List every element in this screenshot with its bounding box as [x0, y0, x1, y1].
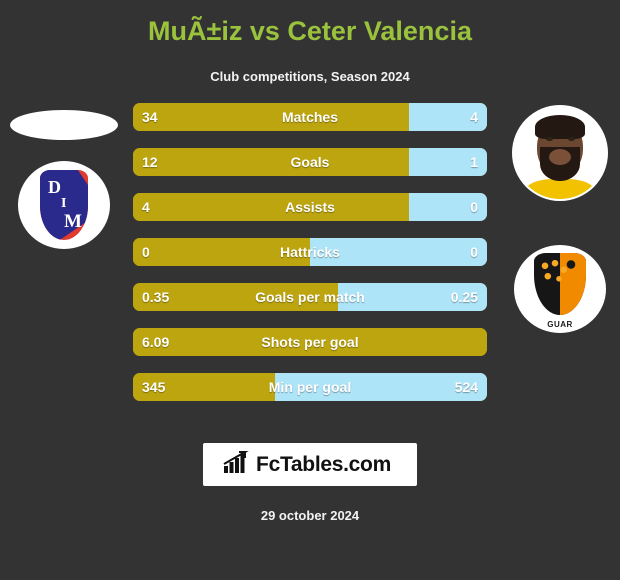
stat-value-right: 524 — [454, 379, 478, 395]
bar-chart-icon — [223, 451, 249, 478]
stat-label: Matches — [281, 109, 339, 125]
crest-letter-m: M — [64, 211, 82, 232]
date-label: 29 october 2024 — [260, 508, 360, 523]
left-player-photo-placeholder — [10, 110, 118, 140]
photo-shoulders — [526, 179, 594, 199]
page-title: MuÃ±iz vs Ceter Valencia — [148, 16, 472, 46]
stat-label: Shots per goal — [261, 334, 359, 350]
stat-row: 0 Hattricks 0 — [133, 238, 487, 266]
right-team-crest[interactable]: GUAR — [514, 245, 606, 333]
stat-value-right: 0 — [470, 244, 478, 260]
stat-label: Assists — [285, 199, 335, 215]
photo-eye-right — [568, 137, 575, 141]
left-team-crest[interactable]: D I M — [18, 161, 110, 249]
crest-caption: GUAR — [547, 320, 573, 329]
photo-eye-left — [546, 137, 553, 141]
stat-row: 34 Matches 4 — [133, 103, 487, 131]
independiente-medellin-shield-icon: D I M — [40, 170, 88, 240]
stat-label: Goals — [290, 154, 330, 170]
comparison-board: D I M 34 Matches 4 12 Goals 1 4 Assists 0 0 Hattri… — [0, 103, 620, 413]
crest-letter-i: I — [61, 196, 67, 211]
page-subtitle: Club competitions, Season 2024 — [210, 69, 410, 84]
stats-bar-list: 34 Matches 4 12 Goals 1 4 Assists 0 0 Hattricks 0 0.… — [133, 103, 487, 418]
footer: FcTables.com 29 october 2024 — [0, 443, 620, 523]
stat-value-right: 4 — [470, 109, 478, 125]
stat-label: Goals per match — [255, 289, 365, 305]
right-player-photo[interactable] — [514, 107, 606, 199]
stat-row: 12 Goals 1 — [133, 148, 487, 176]
brand-logo[interactable]: FcTables.com — [203, 443, 417, 486]
stat-label: Hattricks — [280, 244, 340, 260]
header: MuÃ±iz vs Ceter Valencia Club competitio… — [0, 0, 620, 85]
stat-value-right: 0 — [470, 199, 478, 215]
right-player-column: GUAR — [490, 103, 620, 413]
photo-chin — [549, 149, 571, 165]
photo-hair — [535, 115, 585, 139]
stat-row: 6.09 Shots per goal — [133, 328, 487, 356]
crest-letter-d: D — [48, 177, 61, 197]
stat-row: 0.35 Goals per match 0.25 — [133, 283, 487, 311]
stat-value-right: 0.25 — [450, 289, 478, 305]
stat-row: 345 Min per goal 524 — [133, 373, 487, 401]
brand-text: FcTables.com — [256, 452, 391, 476]
stat-row: 4 Assists 0 — [133, 193, 487, 221]
left-player-column: D I M — [0, 103, 130, 413]
jaguar-spots-icon — [539, 258, 579, 284]
stat-value-right: 1 — [470, 154, 478, 170]
stat-label: Min per goal — [268, 379, 352, 395]
